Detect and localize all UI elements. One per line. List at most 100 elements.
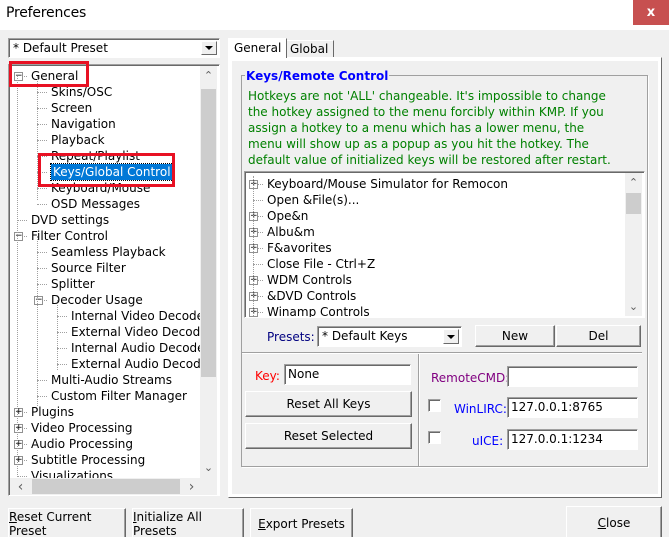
tree-item[interactable]: Video Processing: [31, 420, 133, 436]
tree-item[interactable]: Subtitle Processing: [31, 452, 145, 468]
tree-item[interactable]: Plugins: [31, 404, 74, 420]
chevron-down-icon: [205, 46, 213, 50]
tree-item[interactable]: DVD settings: [31, 212, 109, 228]
reset-selected-button[interactable]: Reset Selected: [245, 423, 412, 449]
tree-item[interactable]: OSD Messages: [51, 196, 140, 212]
preset-dropdown-button[interactable]: [201, 41, 217, 55]
tree-guide-line: [37, 236, 38, 406]
key-input[interactable]: None: [284, 364, 411, 385]
scroll-down-icon[interactable]: ⌄: [625, 298, 642, 315]
tree-item[interactable]: External Video Decoder: [71, 324, 213, 340]
tree-item[interactable]: Keyboard/Mouse: [51, 180, 150, 196]
expand-icon[interactable]: +: [14, 440, 23, 449]
key-list-item[interactable]: &DVD Controls: [267, 288, 356, 304]
tree-item[interactable]: Playback: [51, 132, 105, 148]
tree-hscroll-thumb[interactable]: [32, 479, 180, 494]
keys-vertical-scrollbar[interactable]: ⌃ ⌄: [625, 173, 642, 316]
tree-connector: [37, 92, 47, 93]
key-list-item[interactable]: Albu&m: [267, 224, 315, 240]
key-presets-value: * Default Keys: [322, 329, 408, 343]
tab-general-label: General: [234, 41, 282, 55]
tree-item[interactable]: Keys/Global Control: [50, 163, 174, 181]
tree-vscroll-thumb[interactable]: [201, 89, 216, 377]
collapse-icon[interactable]: −: [14, 72, 23, 81]
key-presets-dropdown-button[interactable]: [443, 329, 459, 344]
preset-select[interactable]: * Default Preset: [8, 38, 220, 58]
tree-horizontal-scrollbar[interactable]: ‹ ›: [10, 478, 200, 495]
tree-item[interactable]: Multi-Audio Streams: [51, 372, 172, 388]
tree-item[interactable]: External Audio Decoder: [71, 356, 213, 372]
tree-item[interactable]: Screen: [51, 100, 92, 116]
reset-selected-label: Reset Selected: [283, 429, 374, 443]
collapse-icon[interactable]: −: [14, 232, 23, 241]
tree-item[interactable]: Splitter: [51, 276, 95, 292]
reset-all-keys-button[interactable]: Reset All Keys: [245, 391, 412, 417]
tree-item[interactable]: Navigation: [51, 116, 116, 132]
winlirc-input[interactable]: 127.0.0.1:8765: [507, 397, 638, 418]
tree-connector: [37, 172, 47, 173]
tree-connector: [57, 348, 67, 349]
tree-item[interactable]: Filter Control: [31, 228, 108, 244]
mnemonic: R: [9, 509, 17, 524]
collapse-icon[interactable]: −: [34, 296, 43, 305]
winlirc-label: WinLIRC:: [454, 402, 507, 416]
keys-remote-title: Keys/Remote Control: [245, 69, 390, 83]
key-list-item[interactable]: Keyboard/Mouse Simulator for Remocon: [267, 176, 508, 192]
scroll-right-icon[interactable]: ›: [183, 478, 200, 495]
expand-icon[interactable]: +: [14, 456, 23, 465]
key-label: Key:: [255, 369, 280, 383]
key-list-item[interactable]: Ope&n: [267, 208, 308, 224]
key-list-item[interactable]: WDM Controls: [267, 272, 352, 288]
export-presets-button[interactable]: Export Presets: [250, 508, 353, 537]
keys-vscroll-thumb[interactable]: [626, 193, 641, 214]
tree-item[interactable]: Repeat/Playlist: [51, 148, 140, 164]
close-button[interactable]: Close: [566, 506, 662, 537]
tree-item[interactable]: Internal Audio Decoder: [71, 340, 209, 356]
tree-item[interactable]: Seamless Playback: [51, 244, 166, 260]
initialize-all-presets-button[interactable]: Initialize All Presets: [132, 508, 244, 537]
tree-item[interactable]: Skins/OSC: [51, 84, 112, 100]
tree-item[interactable]: Internal Video Decoder: [71, 308, 209, 324]
tab-container: General Global Keys/Remote Control Hotke…: [228, 38, 662, 498]
new-preset-button[interactable]: New: [475, 325, 555, 347]
key-list-item[interactable]: Open &File(s)...: [267, 192, 359, 208]
remotecmd-input[interactable]: [507, 366, 638, 387]
delete-preset-button[interactable]: Del: [556, 325, 641, 347]
settings-tree[interactable]: − General Skins/OSC Screen Navigation Playbac…: [8, 64, 220, 496]
tab-panel-general: Keys/Remote Control Hotkeys are not 'ALL…: [228, 57, 662, 498]
key-list-item[interactable]: Winamp Controls: [267, 304, 370, 317]
tree-item[interactable]: Decoder Usage: [51, 292, 143, 308]
uice-checkbox[interactable]: [428, 431, 441, 444]
export-presets-label: Export Presets: [258, 517, 345, 531]
tree-item[interactable]: Audio Processing: [31, 436, 133, 452]
tree-guide-line: [57, 300, 58, 370]
expand-icon[interactable]: +: [14, 408, 23, 417]
tab-global-label: Global: [290, 42, 329, 56]
tree-guide-line: [17, 76, 18, 481]
label-rest: nitialize All Presets: [133, 509, 202, 537]
tree-item[interactable]: Source Filter: [51, 260, 126, 276]
close-window-button[interactable]: x: [633, 0, 669, 25]
chevron-down-icon: [447, 334, 455, 339]
scroll-down-icon[interactable]: ⌄: [200, 459, 217, 476]
expand-icon[interactable]: +: [14, 424, 23, 433]
uice-input[interactable]: 127.0.0.1:1234: [507, 429, 638, 450]
key-list-item[interactable]: F&avorites: [267, 240, 332, 256]
initialize-all-presets-label: Initialize All Presets: [133, 510, 243, 537]
tab-global[interactable]: Global: [284, 40, 335, 58]
tree-connector: [57, 332, 67, 333]
scroll-up-icon[interactable]: ⌃: [625, 174, 642, 191]
tree-item[interactable]: General: [31, 68, 78, 84]
scroll-left-icon[interactable]: ‹: [12, 478, 29, 495]
tree-vertical-scrollbar[interactable]: ⌃ ⌄: [200, 66, 217, 478]
tab-general[interactable]: General: [228, 38, 288, 58]
keys-list[interactable]: + Keyboard/Mouse Simulator for Remocon Ope…: [244, 171, 645, 318]
tree-connector: [253, 264, 263, 265]
key-list-item[interactable]: Close File - Ctrl+Z: [267, 256, 375, 272]
reset-current-preset-button[interactable]: Reset Current Preset: [8, 508, 126, 537]
hotkey-info-text: Hotkeys are not 'ALL' changeable. It's i…: [248, 88, 643, 168]
scroll-up-icon[interactable]: ⌃: [200, 67, 217, 84]
winlirc-checkbox[interactable]: [428, 399, 441, 412]
key-presets-select[interactable]: * Default Keys: [317, 326, 462, 347]
tree-item[interactable]: Custom Filter Manager: [51, 388, 187, 404]
